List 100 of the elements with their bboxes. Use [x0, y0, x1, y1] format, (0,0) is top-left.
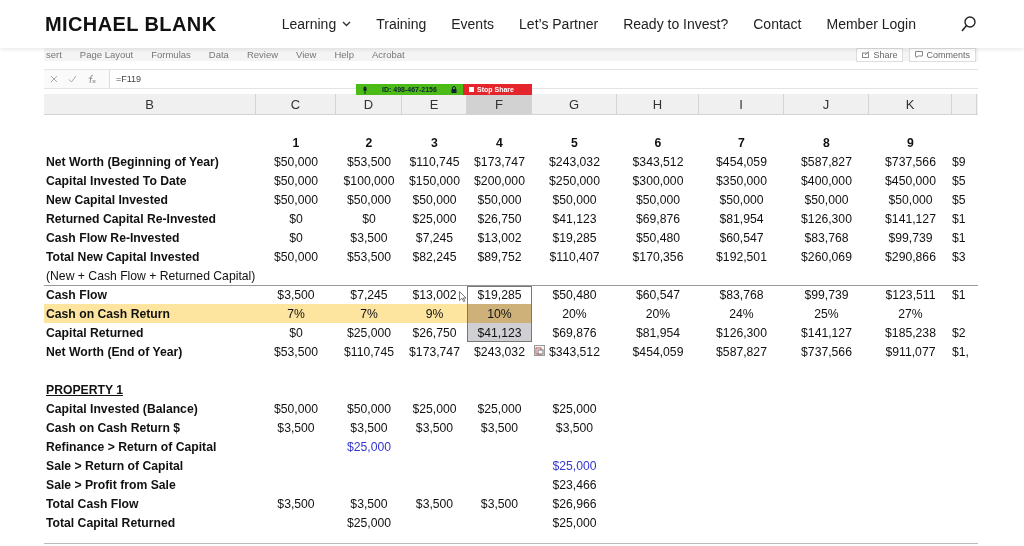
table-cell: $50,480: [552, 288, 597, 302]
table-cell: $50,000: [273, 401, 319, 416]
nav-link[interactable]: Ready to Invest?: [623, 16, 729, 32]
table-cell: $50,000: [346, 192, 392, 207]
table-cell: $50,000: [273, 192, 319, 207]
row-label: Sale > Profit from Sale: [46, 477, 176, 492]
search-icon[interactable]: [961, 16, 976, 32]
column-header[interactable]: J: [784, 94, 869, 114]
ribbon-tab[interactable]: sert: [46, 49, 62, 60]
table-cell: $343,512: [632, 154, 684, 169]
table-cell: $19,285: [477, 288, 522, 302]
table-cell: $7,245: [415, 230, 454, 245]
row-label: Cash Flow Re-Invested: [46, 230, 180, 245]
row-label: Total New Capital Invested: [46, 249, 200, 264]
microphone-icon: [362, 85, 368, 94]
table-cell: $69,876: [635, 211, 681, 226]
table-cell: 27%: [898, 306, 923, 321]
row-label: Capital Returned: [46, 325, 144, 340]
function-icon[interactable]: [87, 74, 97, 84]
table-cell: $110,745: [344, 344, 394, 359]
site-logo[interactable]: MICHAEL BLANK: [45, 12, 217, 36]
table-cell: $243,032: [549, 154, 600, 169]
lock-icon: [450, 86, 457, 93]
table-cell: $83,768: [804, 230, 849, 245]
column-header[interactable]: D: [336, 94, 402, 114]
table-cell: $200,000: [474, 173, 525, 188]
ribbon-tab[interactable]: View: [296, 49, 317, 60]
table-cell: 3: [431, 135, 438, 150]
table-cell: $50,000: [719, 192, 764, 207]
table-cell: $0: [289, 211, 303, 226]
nav-link[interactable]: Training: [376, 16, 427, 32]
table-cell: $60,547: [719, 230, 764, 245]
table-cell: $185,238: [885, 325, 936, 340]
table-cell: $0: [289, 325, 303, 340]
table-cell: $60,547: [635, 288, 681, 302]
table-cell: $26,966: [552, 496, 597, 511]
table-cell: $126,300: [801, 211, 852, 226]
section-heading: PROPERTY 1: [46, 382, 123, 397]
table-cell: $737,566: [885, 154, 936, 169]
table-cell: $25,000: [552, 458, 597, 473]
paste-options-icon[interactable]: [534, 345, 545, 356]
ribbon-tab[interactable]: Formulas: [151, 49, 191, 60]
table-cell: 8: [823, 135, 830, 150]
table-cell: 9%: [425, 306, 444, 321]
table-cell: $50,000: [552, 192, 597, 207]
column-header[interactable]: B: [44, 94, 256, 114]
table-cell: $400,000: [801, 173, 852, 188]
table-cell: $1: [952, 230, 966, 245]
column-header[interactable]: H: [617, 94, 699, 114]
row-label: Total Capital Returned: [46, 515, 176, 530]
table-cell: $53,500: [346, 249, 392, 264]
ribbon-tab[interactable]: Page Layout: [79, 49, 134, 60]
nav-link[interactable]: Contact: [753, 16, 802, 32]
table-cell: 2: [365, 135, 373, 150]
table-cell: 6: [654, 135, 662, 150]
ribbon-tab[interactable]: Acrobat: [372, 49, 405, 60]
ribbon-tab[interactable]: Help: [334, 49, 354, 60]
table-cell: $25,000: [477, 401, 522, 416]
row-label: Refinance > Return of Capital: [46, 439, 217, 454]
formula-field[interactable]: =F119: [110, 70, 978, 88]
row-label: Capital Invested (Balance): [46, 401, 198, 416]
column-header[interactable]: G: [532, 94, 617, 114]
column-header[interactable]: C: [256, 94, 336, 114]
nav-link[interactable]: Let’s Partner: [519, 16, 599, 32]
table-cell: $53,500: [346, 154, 392, 169]
share-button[interactable]: Share: [856, 48, 904, 62]
cancel-icon[interactable]: [50, 75, 58, 83]
table-cell: $300,000: [632, 173, 684, 188]
table-cell: 4: [496, 135, 503, 150]
comments-button[interactable]: Comments: [909, 48, 976, 62]
table-cell: $126,300: [716, 325, 767, 340]
table-cell: $260,069: [801, 249, 852, 264]
column-header[interactable]: I: [699, 94, 784, 114]
table-cell: $3,500: [350, 420, 388, 435]
check-icon[interactable]: [68, 75, 77, 83]
nav-link[interactable]: Learning: [281, 16, 352, 32]
column-header[interactable]: F: [467, 94, 532, 114]
table-cell: $99,739: [888, 230, 933, 245]
column-header[interactable]: K: [869, 94, 952, 114]
table-cell: $50,000: [804, 192, 849, 207]
table-cell: $3,500: [415, 496, 454, 511]
table-cell: $7,245: [350, 288, 388, 302]
table-cell: $450,000: [885, 173, 936, 188]
table-cell: 7%: [360, 306, 378, 321]
table-cell: $50,000: [273, 154, 319, 169]
table-cell: $250,000: [549, 173, 600, 188]
table-cell: 7%: [287, 306, 305, 321]
table-cell: $3,500: [350, 496, 388, 511]
table-cell: $0: [289, 230, 303, 245]
table-cell: $170,356: [632, 249, 684, 264]
table-cell: $13,002: [477, 230, 522, 245]
nav-link[interactable]: Member Login: [826, 16, 916, 32]
table-cell: $587,827: [716, 344, 767, 359]
nav-link[interactable]: Events: [451, 16, 495, 32]
table-cell: $1,: [952, 344, 969, 359]
ribbon-tab[interactable]: Review: [246, 49, 279, 60]
table-cell: $23,466: [552, 477, 597, 492]
ribbon-tab[interactable]: Data: [208, 49, 229, 60]
share-icon: [862, 51, 871, 58]
row-label: Cash Flow: [46, 288, 107, 302]
